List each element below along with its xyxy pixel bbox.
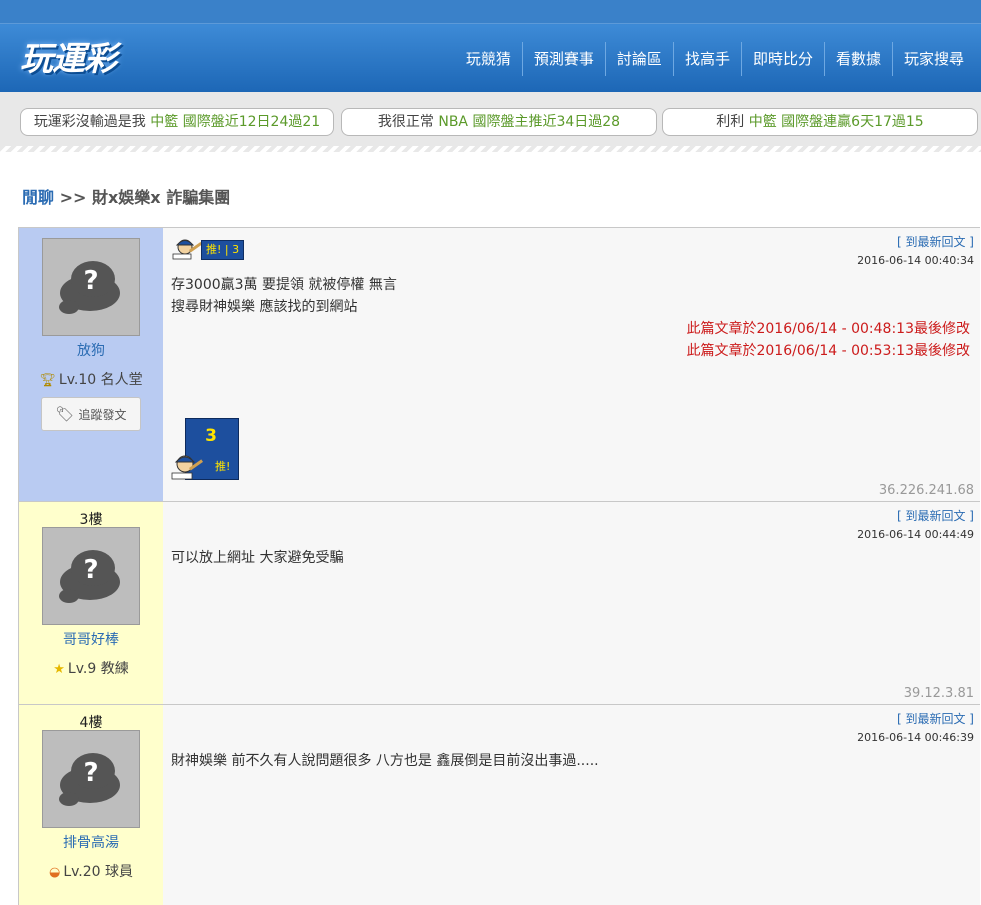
star-icon: ★ bbox=[53, 662, 65, 677]
latest-reply-link[interactable]: [ 到最新回文 ] bbox=[897, 233, 974, 250]
ticker-item[interactable]: 玩運彩沒輸過是我 中籃 國際盤近12日24過21 bbox=[20, 108, 334, 136]
ticker-league: 中籃 bbox=[748, 114, 777, 130]
floor-number: 4樓 bbox=[79, 715, 103, 731]
ticker-stat: 國際盤連贏6天17過15 bbox=[781, 114, 924, 130]
post-timestamp: 2016-06-14 00:40:34 bbox=[857, 254, 974, 267]
nav-item-forum[interactable]: 討論區 bbox=[604, 42, 673, 76]
username[interactable]: 放狗 bbox=[19, 340, 163, 360]
batter-icon bbox=[172, 239, 203, 260]
site-logo[interactable]: 玩運彩 bbox=[20, 32, 117, 80]
nav-item-live-score[interactable]: 即時比分 bbox=[740, 42, 824, 76]
push-count: 3 bbox=[232, 243, 240, 256]
post-timestamp: 2016-06-14 00:44:49 bbox=[857, 528, 974, 541]
push-count-tag: 推! | 3 bbox=[201, 240, 245, 260]
push-label: 推! bbox=[206, 243, 222, 256]
post-body: 可以放上網址 大家避免受騙 bbox=[171, 547, 343, 569]
user-level-text: Lv.10 名人堂 bbox=[58, 372, 143, 388]
breadcrumb-section-link[interactable]: 閒聊 bbox=[22, 188, 54, 207]
latest-reply-link[interactable]: [ 到最新回文 ] bbox=[897, 507, 974, 524]
post-line: 可以放上網址 大家避免受騙 bbox=[171, 550, 344, 566]
breadcrumb: 閒聊 >> 財x娛樂x 詐騙集團 bbox=[22, 184, 230, 208]
svg-text:?: ? bbox=[83, 758, 98, 788]
push-badge[interactable]: 推! | 3 bbox=[171, 236, 257, 260]
tag-icon: 🏷︎ bbox=[55, 405, 75, 423]
svg-text:?: ? bbox=[83, 555, 98, 585]
avatar[interactable]: ? bbox=[42, 238, 140, 336]
post-timestamp: 2016-06-14 00:46:39 bbox=[857, 731, 974, 744]
follow-posts-button[interactable]: 🏷︎ 追蹤發文 bbox=[41, 397, 141, 431]
poster-ip: 36.226.241.68 bbox=[878, 483, 974, 498]
ticker-item[interactable]: 利利 中籃 國際盤連贏6天17過15 bbox=[662, 108, 978, 136]
post-content: [ 到最新回文 ] 2016-06-14 00:44:49 可以放上網址 大家避… bbox=[163, 502, 980, 704]
post-reply: 3樓 ? 哥哥好棒 ★ Lv.9 教練 [ 到最新回文 ] 2016-06-14 … bbox=[18, 502, 980, 705]
nav-item-experts[interactable]: 找高手 bbox=[672, 42, 741, 76]
floor-number: 3樓 bbox=[79, 512, 103, 528]
post-line: 財神娛樂 前不久有人說問題很多 八方也是 鑫展倒是目前沒出事過..... bbox=[171, 753, 599, 769]
nav-item-player-search[interactable]: 玩家搜尋 bbox=[891, 42, 975, 76]
default-avatar-icon: ? bbox=[59, 753, 120, 806]
follow-posts-label: 追蹤發文 bbox=[78, 408, 127, 422]
avatar[interactable]: ? bbox=[42, 730, 140, 828]
thread-posts: ? 放狗 🏆︎ Lv.10 名人堂 🏷︎ 追蹤發文 推! | 3 [到最新回文… bbox=[18, 227, 980, 905]
ticker-user: 利利 bbox=[716, 114, 745, 130]
svg-text:?: ? bbox=[83, 266, 98, 296]
post-body: 財神娛樂 前不久有人說問題很多 八方也是 鑫展倒是目前沒出事過..... bbox=[171, 750, 599, 772]
post-author-panel: 3樓 ? 哥哥好棒 ★ Lv.9 教練 bbox=[19, 502, 163, 704]
breadcrumb-separator: >> bbox=[59, 188, 87, 207]
post-author-panel: 4樓 ? 排骨高湯 ◒ Lv.20 球員 bbox=[19, 705, 163, 905]
main-nav: 玩競猜 預測賽事 討論區 找高手 即時比分 看數據 玩家搜尋 bbox=[455, 42, 975, 76]
ticker-user: 玩運彩沒輸過是我 bbox=[33, 114, 146, 130]
header-top-strip bbox=[0, 0, 981, 24]
push-button[interactable]: 3 推! bbox=[171, 418, 241, 480]
post-body: 存3000贏3萬 要提領 就被停權 無言 搜尋財神娛樂 應該找的到網站 bbox=[171, 274, 397, 318]
ticker-user: 我很正常 bbox=[377, 114, 434, 130]
default-avatar-icon: ? bbox=[59, 550, 120, 603]
user-level: 🏆︎ Lv.10 名人堂 bbox=[19, 369, 163, 389]
ticker-item[interactable]: 我很正常 NBA 國際盤主推近34日過28 bbox=[341, 108, 657, 136]
post-content: [ 到最新回文 ] 2016-06-14 00:46:39 財神娛樂 前不久有人… bbox=[163, 705, 980, 905]
ticker-stat: 國際盤主推近34日過28 bbox=[472, 114, 621, 130]
user-level: ★ Lv.9 教練 bbox=[19, 658, 163, 678]
username[interactable]: 哥哥好棒 bbox=[19, 629, 163, 649]
trophy-icon: 🏆︎ bbox=[39, 373, 56, 388]
default-avatar-icon: ? bbox=[59, 261, 120, 314]
latest-reply-link[interactable]: [ 到最新回文 ] bbox=[897, 710, 974, 727]
post-line: 搜尋財神娛樂 應該找的到網站 bbox=[171, 299, 358, 315]
ticker-stat: 國際盤近12日24過21 bbox=[182, 114, 321, 130]
nav-item-stats[interactable]: 看數據 bbox=[823, 42, 892, 76]
user-level-text: Lv.9 教練 bbox=[67, 661, 129, 677]
edit-note: 此篇文章於2016/06/14 - 00:53:13最後修改 bbox=[686, 343, 970, 359]
nav-item-guess[interactable]: 玩競猜 bbox=[455, 42, 522, 76]
thread-title: 財x娛樂x 詐騙集團 bbox=[91, 188, 231, 207]
post-author-panel: ? 放狗 🏆︎ Lv.10 名人堂 🏷︎ 追蹤發文 bbox=[19, 228, 163, 501]
username[interactable]: 排骨高湯 bbox=[19, 832, 163, 852]
push-label: 推! bbox=[215, 460, 231, 473]
poster-ip: 39.12.3.81 bbox=[903, 686, 974, 701]
edit-note: 此篇文章於2016/06/14 - 00:48:13最後修改 bbox=[686, 321, 970, 337]
batter-icon bbox=[171, 455, 204, 480]
post-original: ? 放狗 🏆︎ Lv.10 名人堂 🏷︎ 追蹤發文 推! | 3 [到最新回文… bbox=[18, 228, 980, 502]
ticker-league: 中籃 bbox=[150, 114, 179, 130]
ticker-league: NBA bbox=[438, 114, 468, 130]
post-reply: 4樓 ? 排骨高湯 ◒ Lv.20 球員 [ 到最新回文 ] 2016-06-14… bbox=[18, 705, 980, 905]
post-content: 推! | 3 [ 到最新回文 ] 2016-06-14 00:40:34 存30… bbox=[163, 228, 980, 501]
avatar[interactable]: ? bbox=[42, 527, 140, 625]
post-line: 存3000贏3萬 要提領 就被停權 無言 bbox=[171, 277, 397, 293]
user-level-text: Lv.20 球員 bbox=[63, 864, 134, 880]
push-count: 3 bbox=[205, 426, 217, 446]
ball-icon: ◒ bbox=[48, 865, 61, 880]
nav-item-predict[interactable]: 預測賽事 bbox=[521, 42, 605, 76]
user-level: ◒ Lv.20 球員 bbox=[19, 861, 163, 881]
site-header: 玩運彩 玩競猜 預測賽事 討論區 找高手 即時比分 看數據 玩家搜尋 bbox=[0, 0, 981, 92]
